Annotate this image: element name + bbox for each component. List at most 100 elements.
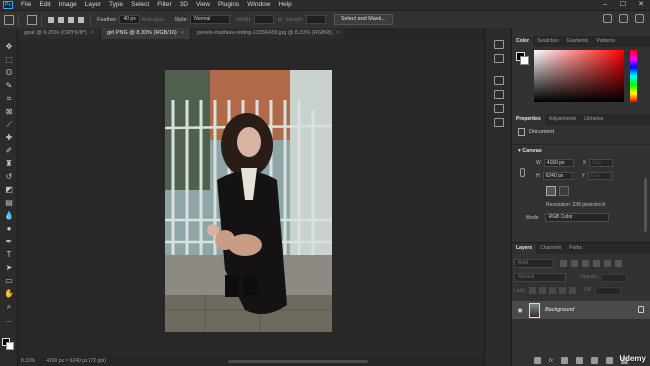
- tab-paths[interactable]: Paths: [565, 243, 586, 254]
- fx-icon[interactable]: fx: [549, 358, 553, 364]
- menu-3d[interactable]: 3D: [176, 0, 192, 10]
- height-field[interactable]: 6240 px: [542, 172, 573, 180]
- canvas-section-title[interactable]: ▾ Canvas: [518, 148, 542, 154]
- layer-filter-input[interactable]: Kind: [514, 259, 554, 268]
- glyphs-icon[interactable]: [494, 118, 504, 127]
- pixel-filter-icon[interactable]: [560, 260, 567, 267]
- lock-pixels-icon[interactable]: [528, 287, 536, 294]
- tab-swatches[interactable]: Swatches: [533, 36, 563, 47]
- add-mask-icon[interactable]: [560, 357, 568, 364]
- eyedropper-tool-icon[interactable]: ⟋: [3, 120, 15, 130]
- width-input[interactable]: [253, 15, 274, 24]
- healing-brush-tool-icon[interactable]: ✚: [3, 133, 15, 143]
- type-filter-icon[interactable]: [582, 260, 589, 267]
- marquee-tool-icon[interactable]: [27, 14, 37, 25]
- mode-select[interactable]: RGB Color: [544, 213, 609, 222]
- home-icon[interactable]: [4, 14, 14, 25]
- new-layer-icon[interactable]: [605, 357, 613, 364]
- opacity-field[interactable]: [601, 274, 628, 282]
- y-field[interactable]: 0 px: [587, 172, 612, 180]
- path-selection-tool-icon[interactable]: ➤: [3, 263, 15, 273]
- blur-tool-icon[interactable]: 💧: [3, 211, 15, 221]
- style-select[interactable]: Normal: [190, 15, 231, 24]
- menu-image[interactable]: Image: [55, 0, 81, 10]
- eraser-tool-icon[interactable]: ◩: [3, 185, 15, 195]
- share-icon[interactable]: [635, 14, 644, 23]
- tab-pexels[interactable]: pexels-mathias-reding-13356439.jpg @ 8.3…: [190, 28, 347, 39]
- menu-edit[interactable]: Edit: [35, 0, 54, 10]
- adjustment-filter-icon[interactable]: [571, 260, 578, 267]
- smart-object-filter-icon[interactable]: [604, 260, 611, 267]
- actions-icon[interactable]: [494, 54, 504, 63]
- document-photo[interactable]: [165, 70, 332, 332]
- feather-input[interactable]: 40 px: [119, 15, 140, 24]
- crop-tool-icon[interactable]: ⌗: [3, 94, 15, 104]
- link-icon[interactable]: [520, 168, 525, 177]
- tab-close-icon[interactable]: ×: [91, 30, 94, 36]
- height-input[interactable]: [305, 15, 326, 24]
- zoom-level[interactable]: 8.33%: [21, 357, 35, 366]
- clone-stamp-tool-icon[interactable]: ♜: [3, 159, 15, 169]
- zoom-tool-icon[interactable]: ⌕: [3, 302, 15, 312]
- tab-color[interactable]: Color: [512, 36, 534, 47]
- more-tools-icon[interactable]: …: [3, 315, 15, 325]
- menu-file[interactable]: File: [17, 0, 35, 10]
- width-field[interactable]: 4160 px: [543, 159, 574, 167]
- new-selection-icon[interactable]: [48, 16, 54, 23]
- paragraph-icon[interactable]: [494, 104, 504, 113]
- dodge-tool-icon[interactable]: ●: [3, 224, 15, 234]
- minimize-button[interactable]: –: [596, 0, 614, 10]
- color-picker-field[interactable]: [534, 50, 624, 102]
- menu-view[interactable]: View: [192, 0, 214, 10]
- link-layers-icon[interactable]: [534, 357, 542, 364]
- tab-gradients[interactable]: Gradients: [563, 36, 593, 47]
- move-tool-icon[interactable]: ✥: [3, 42, 15, 52]
- menu-plugins[interactable]: Plugins: [214, 0, 243, 10]
- subtract-selection-icon[interactable]: [68, 16, 74, 23]
- lock-position-icon[interactable]: [548, 287, 556, 294]
- hand-tool-icon[interactable]: ✋: [3, 289, 15, 299]
- select-and-mask-button[interactable]: Select and Mask...: [333, 14, 393, 25]
- visibility-eye-icon[interactable]: ◉: [515, 307, 525, 314]
- swap-icon[interactable]: ⇄: [278, 17, 283, 23]
- tab-layers[interactable]: Layers: [512, 243, 537, 254]
- canvas-area[interactable]: [18, 39, 484, 357]
- new-group-icon[interactable]: [590, 357, 598, 364]
- type-tool-icon[interactable]: T: [3, 250, 15, 260]
- menu-help[interactable]: Help: [274, 0, 295, 10]
- x-field[interactable]: 0 px: [589, 159, 614, 167]
- menu-type[interactable]: Type: [105, 0, 127, 10]
- tab-channels[interactable]: Channels: [536, 243, 565, 254]
- antialias-checkbox[interactable]: Anti-alias: [142, 17, 165, 23]
- brush-settings-icon[interactable]: [494, 76, 504, 85]
- properties-scrollbar[interactable]: [644, 178, 647, 232]
- menu-window[interactable]: Window: [243, 0, 274, 10]
- history-brush-tool-icon[interactable]: ↺: [3, 172, 15, 182]
- background-color-swatch[interactable]: [6, 342, 14, 350]
- lock-all-icon[interactable]: [568, 287, 576, 294]
- hue-slider[interactable]: [630, 50, 637, 102]
- fill-field[interactable]: [594, 287, 621, 295]
- gradient-tool-icon[interactable]: ▤: [3, 198, 15, 208]
- lasso-tool-icon[interactable]: ʘ: [3, 68, 15, 78]
- lock-paint-icon[interactable]: [538, 287, 546, 294]
- menu-filter[interactable]: Filter: [153, 0, 175, 10]
- shape-tool-icon[interactable]: ▭: [3, 276, 15, 286]
- landscape-icon[interactable]: [559, 186, 569, 196]
- marquee-tool-icon[interactable]: ⬚: [3, 55, 15, 65]
- tab-close-icon[interactable]: ×: [336, 30, 339, 36]
- menu-layer[interactable]: Layer: [81, 0, 105, 10]
- workspace-icon[interactable]: [619, 14, 628, 23]
- quick-select-tool-icon[interactable]: ✎: [3, 81, 15, 91]
- brush-tool-icon[interactable]: ✐: [3, 146, 15, 156]
- horizontal-scrollbar[interactable]: [228, 360, 368, 363]
- character-icon[interactable]: [494, 90, 504, 99]
- tab-close-icon[interactable]: ×: [181, 30, 184, 36]
- close-button[interactable]: ✕: [632, 0, 650, 10]
- history-icon[interactable]: [494, 40, 504, 49]
- lock-icon[interactable]: [638, 306, 644, 313]
- menu-select[interactable]: Select: [127, 0, 153, 10]
- tab-properties[interactable]: Properties: [512, 114, 545, 125]
- tab-girl[interactable]: girl.PNG @ 8.33% (RGB/16) ×: [100, 28, 191, 39]
- layer-row[interactable]: ◉ Background: [512, 301, 650, 319]
